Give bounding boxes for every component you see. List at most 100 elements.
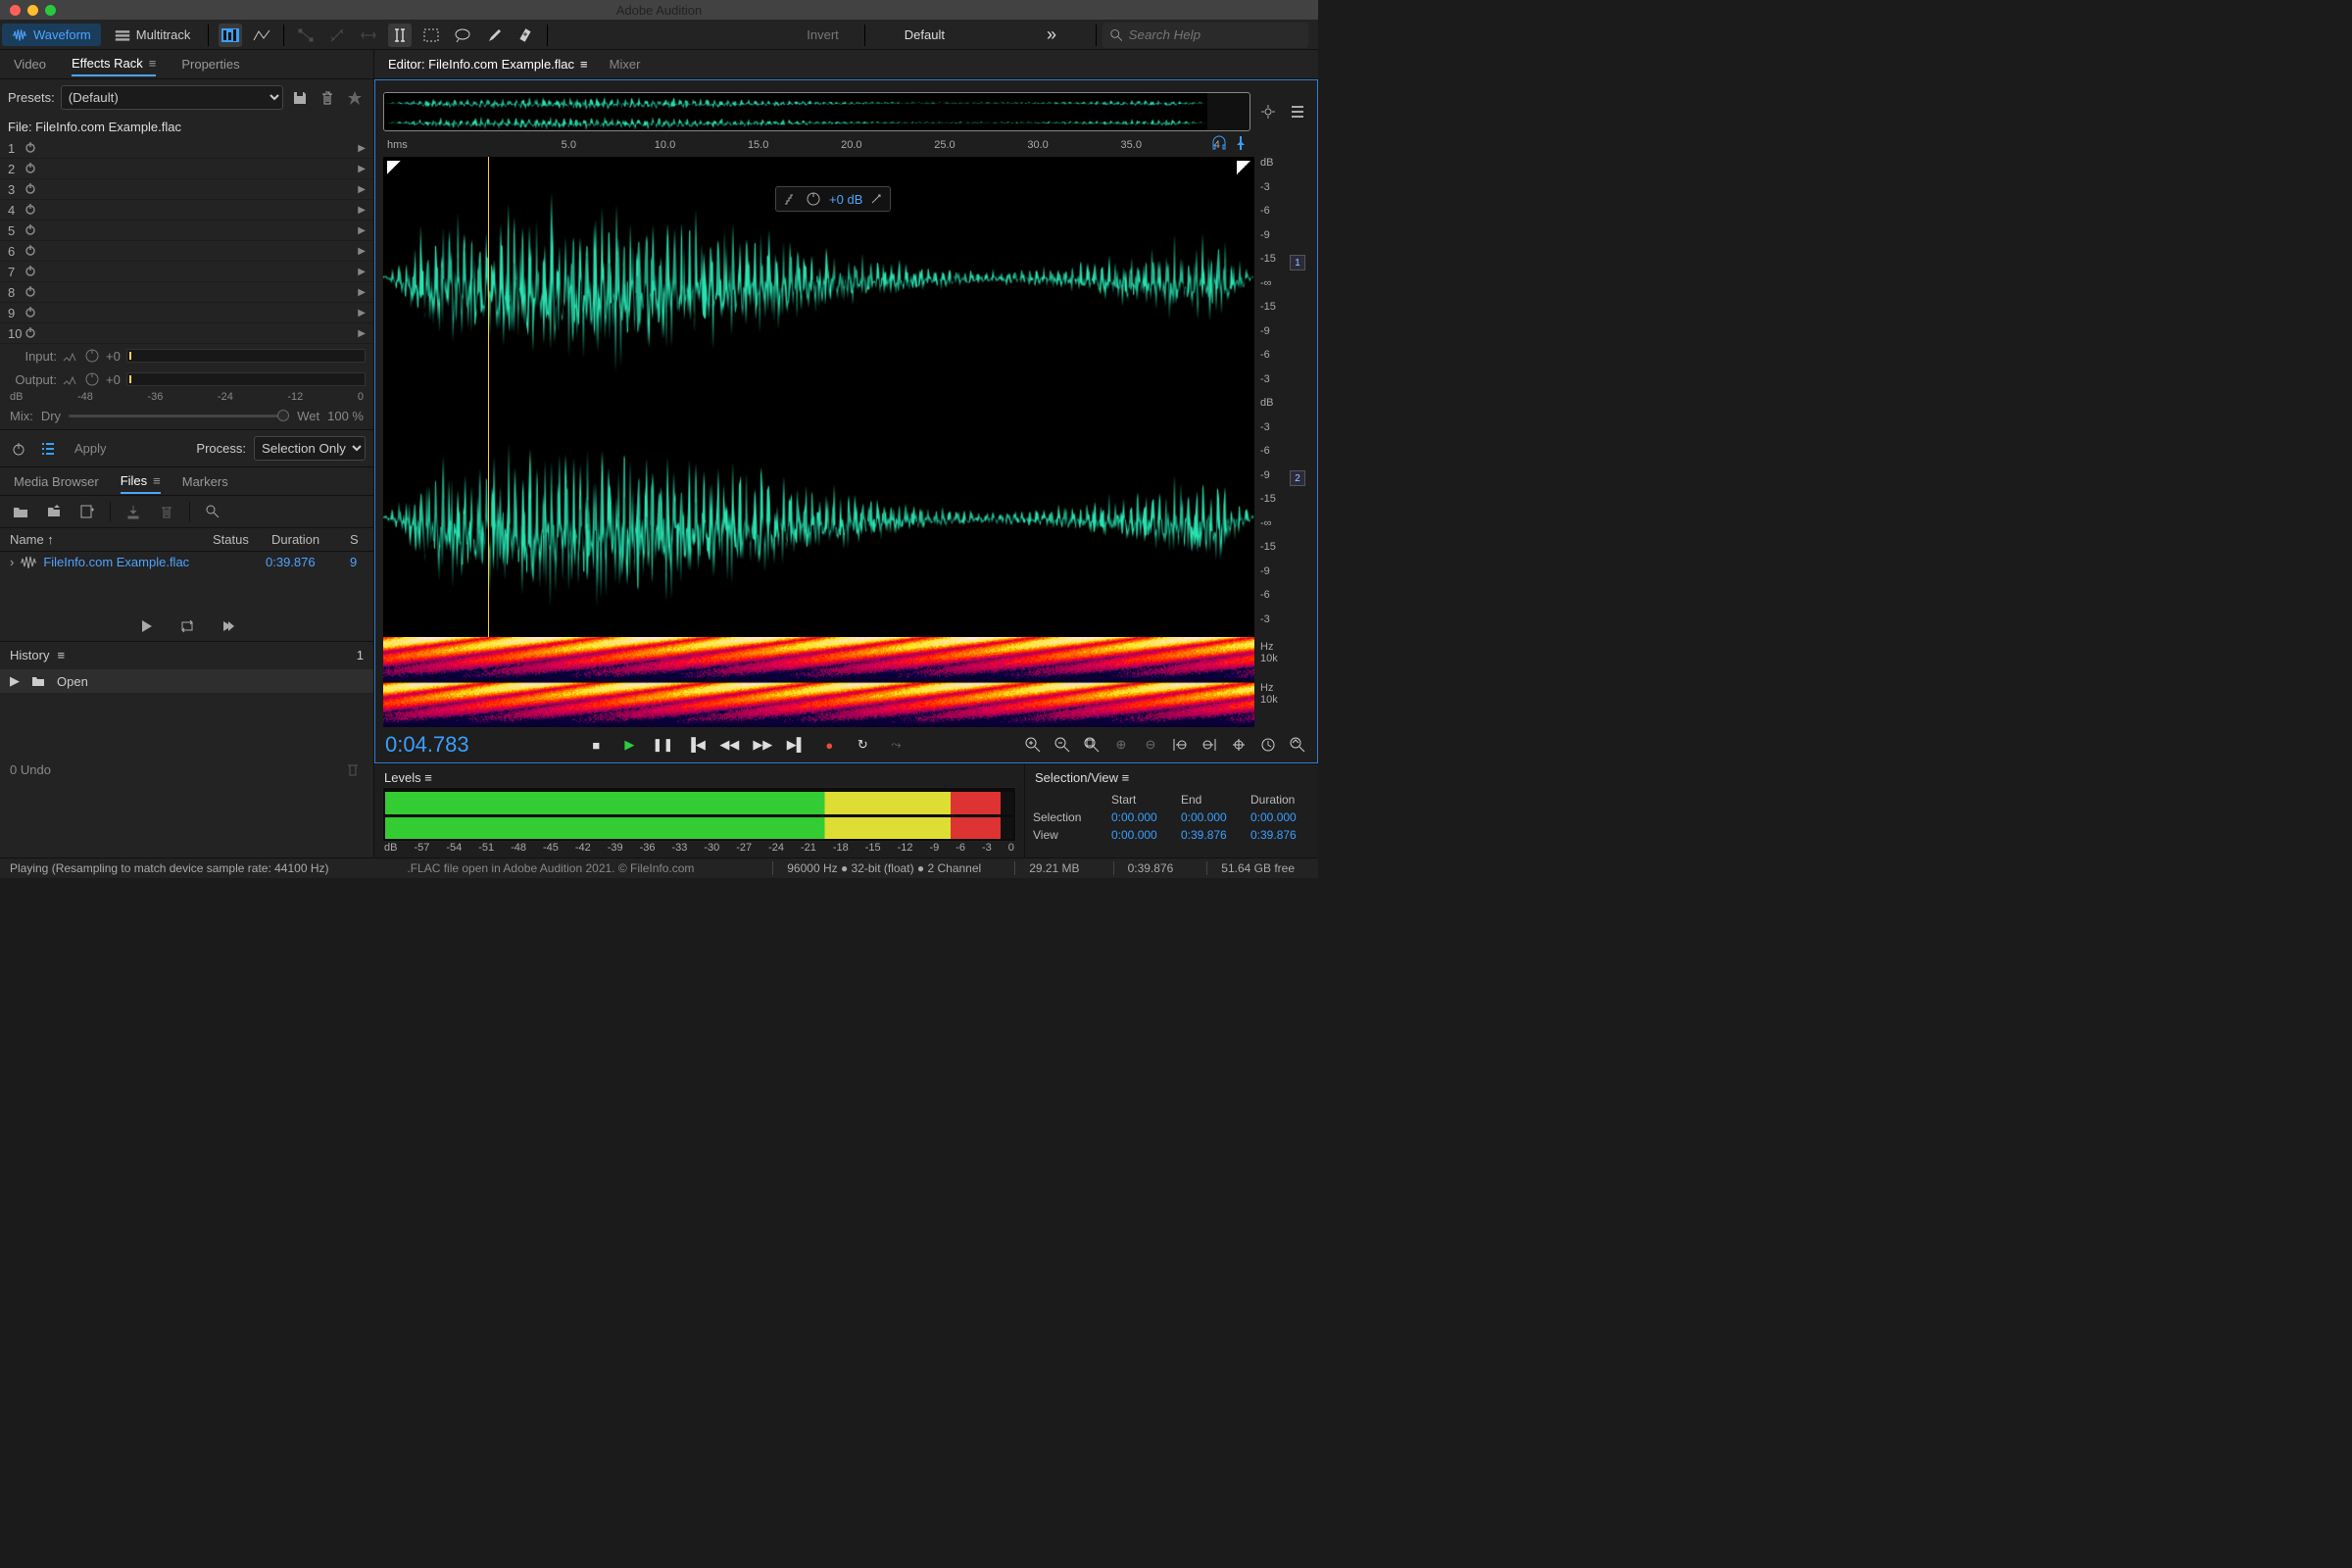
sv-value[interactable]: 0:00.000 — [1111, 828, 1171, 842]
pitch-display-button[interactable] — [250, 24, 273, 47]
tab-media-browser[interactable]: Media Browser — [14, 470, 99, 493]
sv-value[interactable]: 0:00.000 — [1181, 810, 1241, 824]
channel-2-badge[interactable]: 2 — [1290, 470, 1305, 486]
tab-effects-rack[interactable]: Effects Rack≡ — [72, 52, 156, 76]
chevron-right-icon[interactable]: ▶ — [358, 287, 366, 298]
effect-slot[interactable]: 9▶ — [0, 303, 373, 323]
effect-slot[interactable]: 8▶ — [0, 282, 373, 303]
zoom-in-start-button[interactable] — [1170, 735, 1190, 755]
chevron-right-icon[interactable]: ▶ — [358, 308, 366, 318]
menu-icon[interactable]: ≡ — [149, 56, 157, 71]
power-icon[interactable] — [24, 325, 39, 341]
knob-icon[interactable] — [806, 191, 821, 207]
menu-icon[interactable]: ≡ — [580, 57, 588, 72]
search-help[interactable] — [1102, 23, 1308, 48]
zoom-sel-in-button[interactable]: ⊕ — [1111, 735, 1131, 755]
zoom-in-end-button[interactable] — [1200, 735, 1219, 755]
list-icon[interactable] — [37, 438, 59, 460]
search-input[interactable] — [1129, 27, 1300, 42]
tab-video[interactable]: Video — [14, 53, 46, 75]
save-preset-button[interactable] — [289, 87, 311, 109]
volume-hud[interactable]: +0 dB — [775, 186, 891, 212]
effect-slot[interactable]: 5▶ — [0, 220, 373, 241]
power-icon[interactable] — [24, 181, 39, 197]
effect-slot[interactable]: 10▶ — [0, 323, 373, 344]
loop-button[interactable] — [176, 615, 198, 637]
power-icon[interactable] — [24, 284, 39, 300]
col-s[interactable]: S — [350, 532, 364, 547]
preview-play-button[interactable] — [135, 615, 157, 637]
zoom-reset-button[interactable] — [1288, 735, 1307, 755]
tab-properties[interactable]: Properties — [181, 53, 239, 75]
apply-button[interactable]: Apply — [67, 438, 115, 459]
move-tool-button[interactable] — [294, 24, 318, 47]
channel-1-badge[interactable]: 1 — [1290, 255, 1305, 270]
power-icon[interactable] — [24, 202, 39, 218]
pin-icon[interactable] — [1233, 135, 1249, 151]
lasso-tool-button[interactable] — [451, 24, 474, 47]
mix-slider[interactable] — [69, 415, 289, 417]
chevron-right-icon[interactable]: ▶ — [358, 205, 366, 216]
chevron-right-icon[interactable]: ▶ — [358, 267, 366, 277]
menu-icon[interactable]: ≡ — [1122, 770, 1130, 785]
zoom-in-button[interactable] — [1023, 735, 1043, 755]
timecode[interactable]: 0:04.783 — [385, 732, 469, 758]
invert-button[interactable]: Invert — [787, 27, 858, 42]
knob-icon[interactable] — [84, 371, 100, 387]
col-status[interactable]: Status — [213, 532, 271, 547]
chevron-right-icon[interactable]: ▶ — [358, 328, 366, 339]
brush-tool-button[interactable] — [482, 24, 506, 47]
clear-history-button[interactable] — [342, 759, 364, 780]
menu-icon[interactable]: ≡ — [153, 473, 161, 488]
pan-tool-button[interactable] — [1256, 100, 1280, 123]
time-ruler[interactable]: 5.010.015.020.025.030.035.04 — [383, 139, 1231, 157]
skip-button[interactable]: ⤳ — [886, 735, 906, 755]
time-selection-tool-button[interactable] — [388, 24, 412, 47]
power-icon[interactable] — [24, 222, 39, 238]
delete-file-button[interactable] — [156, 501, 177, 522]
delete-preset-button[interactable] — [317, 87, 338, 109]
col-duration[interactable]: Duration — [271, 532, 350, 547]
zoom-full-button[interactable] — [1082, 735, 1102, 755]
chevron-right-icon[interactable]: ▶ — [358, 246, 366, 257]
files-search-button[interactable] — [202, 501, 223, 522]
power-icon[interactable] — [24, 243, 39, 259]
loop-button[interactable]: ↻ — [853, 735, 872, 755]
waveform-mode-button[interactable]: Waveform — [2, 24, 101, 46]
spectral-display-button[interactable] — [219, 24, 242, 47]
power-icon[interactable] — [24, 161, 39, 176]
power-icon[interactable] — [24, 140, 39, 156]
effect-slot[interactable]: 2▶ — [0, 159, 373, 179]
process-select[interactable]: Selection Only — [254, 436, 366, 461]
zoom-out-button[interactable] — [1053, 735, 1072, 755]
chevron-right-icon[interactable]: ▶ — [358, 184, 366, 195]
slip-tool-button[interactable] — [357, 24, 380, 47]
history-item[interactable]: ▶ Open — [0, 668, 373, 694]
sv-value[interactable]: 0:39.876 — [1181, 828, 1241, 842]
maximize-icon[interactable] — [45, 5, 56, 16]
playhead[interactable] — [488, 157, 489, 637]
overview-waveform[interactable] — [383, 92, 1250, 131]
zoom-in-point-button[interactable] — [1229, 735, 1249, 755]
pause-button[interactable]: ❚❚ — [653, 735, 672, 755]
play-button[interactable]: ▶ — [619, 735, 639, 755]
new-file-button[interactable] — [76, 501, 98, 522]
presets-select[interactable]: (Default) — [61, 85, 283, 110]
waveform-display[interactable]: +0 dB — [383, 157, 1254, 637]
forward-button[interactable]: ▶▶ — [753, 735, 772, 755]
zoom-sel-out-button[interactable]: ⊖ — [1141, 735, 1160, 755]
minimize-icon[interactable] — [27, 5, 38, 16]
power-icon[interactable] — [24, 264, 39, 279]
sv-value[interactable]: 0:00.000 — [1250, 810, 1310, 824]
heal-tool-button[interactable] — [514, 24, 537, 47]
chevron-right-icon[interactable]: ▶ — [358, 164, 366, 174]
insert-button[interactable] — [122, 501, 144, 522]
auto-play-button[interactable] — [218, 615, 239, 637]
effect-slot[interactable]: 6▶ — [0, 241, 373, 262]
record-button[interactable]: ● — [819, 735, 839, 755]
effect-slot[interactable]: 4▶ — [0, 200, 373, 220]
import-button[interactable] — [43, 501, 65, 522]
fade-handle[interactable] — [387, 161, 401, 174]
rewind-button[interactable]: ◀◀ — [719, 735, 739, 755]
razor-tool-button[interactable] — [325, 24, 349, 47]
